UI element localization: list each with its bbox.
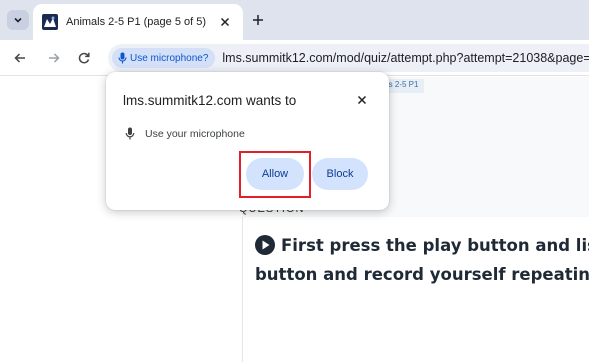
- chevron-down-icon: [14, 17, 22, 23]
- tab-search-button[interactable]: [7, 10, 29, 30]
- allow-button[interactable]: Allow: [246, 158, 304, 190]
- instruction-line-1-row: First press the play button and liste: [255, 235, 589, 255]
- question-card: First press the play button and liste bu…: [242, 217, 589, 362]
- url-text: lms.summitk12.com/mod/quiz/attempt.php?a…: [222, 51, 589, 65]
- new-tab-button[interactable]: [247, 10, 269, 30]
- block-button[interactable]: Block: [312, 158, 368, 190]
- close-icon: [357, 95, 367, 105]
- dialog-title: lms.summitk12.com wants to: [123, 93, 297, 108]
- browser-toolbar: Use microphone? lms.summitk12.com/mod/qu…: [0, 40, 589, 76]
- forward-button[interactable]: [44, 48, 64, 68]
- play-icon[interactable]: [255, 235, 275, 255]
- permission-chip-label: Use microphone?: [130, 52, 209, 64]
- address-bar[interactable]: Use microphone? lms.summitk12.com/mod/qu…: [108, 44, 589, 72]
- tab-title: Animals 2-5 P1 (page 5 of 5): [66, 16, 207, 28]
- tab-close-icon[interactable]: [216, 13, 234, 31]
- arrow-left-icon: [14, 53, 25, 63]
- reload-button[interactable]: [74, 48, 94, 68]
- plus-icon: [253, 15, 263, 25]
- instruction-line-1: First press the play button and liste: [281, 235, 589, 255]
- reload-icon: [78, 52, 90, 64]
- microphone-permission-chip[interactable]: Use microphone?: [112, 48, 216, 68]
- microphone-icon: [118, 52, 127, 64]
- permission-row: Use your microphone: [125, 127, 245, 140]
- moodle-school-favicon: [42, 14, 58, 30]
- permission-label: Use your microphone: [145, 127, 245, 140]
- microphone-permission-dialog: lms.summitk12.com wants to Use your micr…: [106, 72, 389, 210]
- instruction-line-2: button and record yourself repeating t: [255, 265, 589, 284]
- microphone-icon: [125, 127, 135, 140]
- browser-tab-active[interactable]: Animals 2-5 P1 (page 5 of 5): [33, 4, 243, 40]
- dialog-close-button[interactable]: [353, 91, 371, 109]
- arrow-right-icon: [49, 53, 60, 63]
- back-button[interactable]: [10, 48, 30, 68]
- tab-strip: Animals 2-5 P1 (page 5 of 5): [0, 0, 589, 40]
